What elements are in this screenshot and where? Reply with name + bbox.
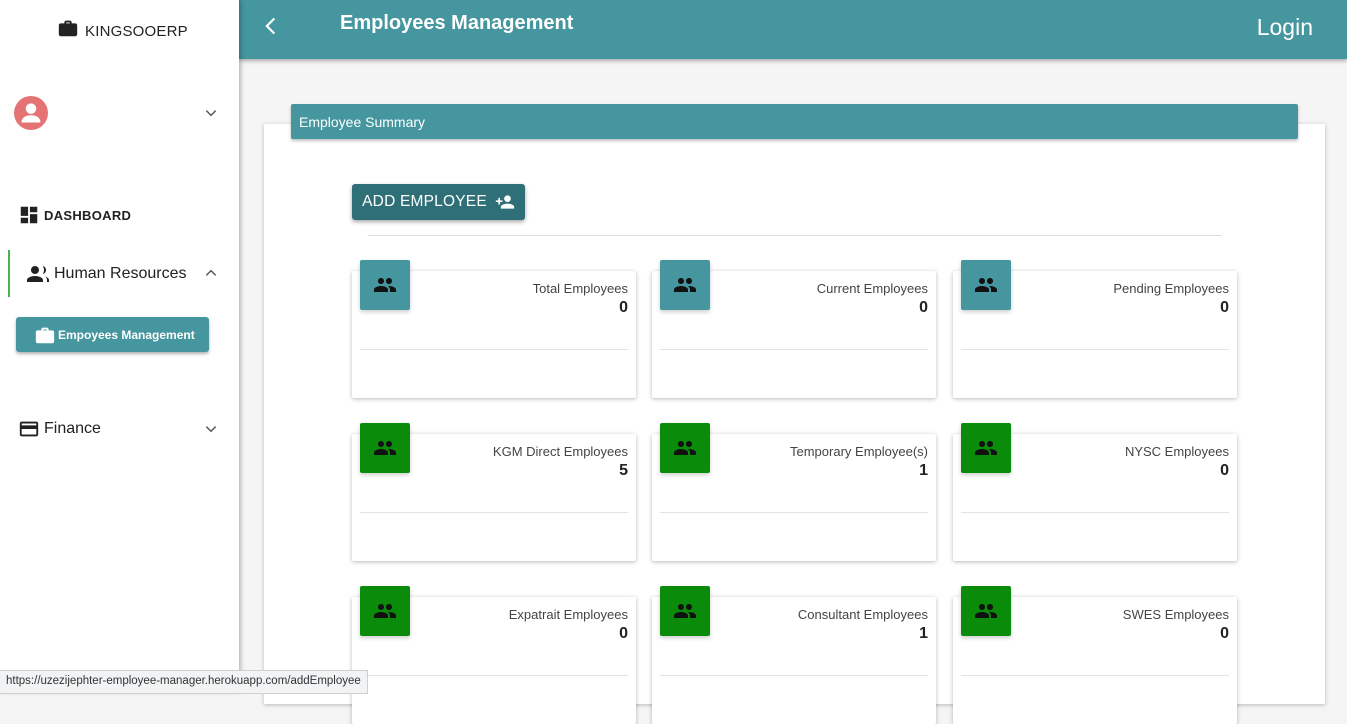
briefcase-icon	[35, 327, 55, 343]
person-add-icon	[495, 195, 515, 209]
active-section-marker	[8, 250, 10, 297]
people-icon	[27, 265, 49, 282]
stat-label: Current Employees	[816, 281, 928, 296]
chevron-down-icon[interactable]	[204, 106, 218, 120]
stat-value: 5	[619, 462, 628, 479]
login-button[interactable]: Login	[1257, 14, 1313, 41]
top-app-bar: Employees Management Login	[239, 0, 1347, 59]
stat-label: NYSC Employees	[1124, 444, 1229, 459]
group-icon	[660, 260, 710, 310]
stat-card: NYSC Employees 0	[953, 423, 1237, 561]
stat-value: 0	[619, 625, 628, 642]
user-avatar-icon[interactable]	[14, 96, 48, 130]
stat-label: Total Employees	[532, 281, 628, 296]
stat-card: Total Employees 0	[352, 260, 636, 398]
brand-name: KINGSOOERP	[85, 23, 188, 40]
sidebar-item-employees-management[interactable]: Empoyees Management	[16, 317, 209, 352]
group-icon	[360, 586, 410, 636]
sidebar-item-label: Finance	[44, 420, 101, 437]
stat-label: Expatrait Employees	[508, 607, 628, 622]
stat-value: 1	[919, 462, 928, 479]
sidebar-item-finance[interactable]: Finance	[18, 418, 101, 440]
stat-label: Temporary Employee(s)	[790, 444, 928, 459]
stat-value: 0	[1220, 625, 1229, 642]
divider	[360, 512, 628, 513]
chevron-down-icon[interactable]	[204, 422, 218, 436]
group-icon	[360, 260, 410, 310]
stat-label: KGM Direct Employees	[492, 444, 628, 459]
group-icon	[660, 586, 710, 636]
divider	[660, 349, 928, 350]
divider	[360, 349, 628, 350]
briefcase-icon	[58, 20, 78, 36]
divider	[660, 675, 928, 676]
sidebar: KINGSOOERP DASHBOARD Human Resources Emp…	[0, 0, 239, 692]
group-icon	[961, 586, 1011, 636]
stat-value: 1	[919, 625, 928, 642]
divider	[360, 675, 628, 676]
stat-value: 0	[919, 299, 928, 316]
stat-card: Current Employees 0	[652, 260, 936, 398]
back-arrow-icon[interactable]	[261, 15, 281, 37]
employee-summary-header: Employee Summary	[291, 104, 1298, 139]
stat-label: Pending Employees	[1113, 281, 1229, 296]
stat-label: Consultant Employees	[797, 607, 928, 622]
sidebar-item-dashboard[interactable]: DASHBOARD	[18, 204, 131, 226]
group-icon	[360, 423, 410, 473]
group-icon	[660, 423, 710, 473]
browser-status-bar: https://uzezijephter-employee-manager.he…	[0, 670, 368, 694]
stat-card: Consultant Employees 1	[652, 586, 936, 724]
stat-card: SWES Employees 0	[953, 586, 1237, 724]
divider	[961, 512, 1229, 513]
stat-label: SWES Employees	[1122, 607, 1229, 622]
stat-value: 0	[1220, 462, 1229, 479]
section-title: Employee Summary	[299, 114, 426, 130]
sidebar-item-label: Empoyees Management	[58, 327, 195, 342]
dashboard-icon	[20, 206, 38, 224]
chevron-up-icon[interactable]	[204, 266, 218, 280]
group-icon	[961, 260, 1011, 310]
page-title: Employees Management	[340, 12, 574, 34]
stat-value: 0	[619, 299, 628, 316]
divider	[368, 235, 1222, 236]
sidebar-item-human-resources[interactable]: Human Resources	[26, 262, 187, 286]
stat-card: Expatrait Employees 0	[352, 586, 636, 724]
divider	[660, 512, 928, 513]
stat-card: KGM Direct Employees 5	[352, 423, 636, 561]
user-menu[interactable]	[14, 96, 224, 130]
divider	[961, 675, 1229, 676]
divider	[961, 349, 1229, 350]
stat-value: 0	[1220, 299, 1229, 316]
add-employee-button[interactable]: ADD EMPLOYEE	[352, 184, 525, 220]
stat-card: Temporary Employee(s) 1	[652, 423, 936, 561]
stat-card: Pending Employees 0	[953, 260, 1237, 398]
brand[interactable]: KINGSOOERP	[57, 15, 188, 40]
sidebar-item-label: DASHBOARD	[44, 207, 132, 223]
credit-card-icon	[19, 421, 39, 437]
sidebar-item-label: Human Resources	[54, 265, 187, 282]
group-icon	[961, 423, 1011, 473]
add-employee-label: ADD EMPLOYEE	[362, 193, 487, 210]
